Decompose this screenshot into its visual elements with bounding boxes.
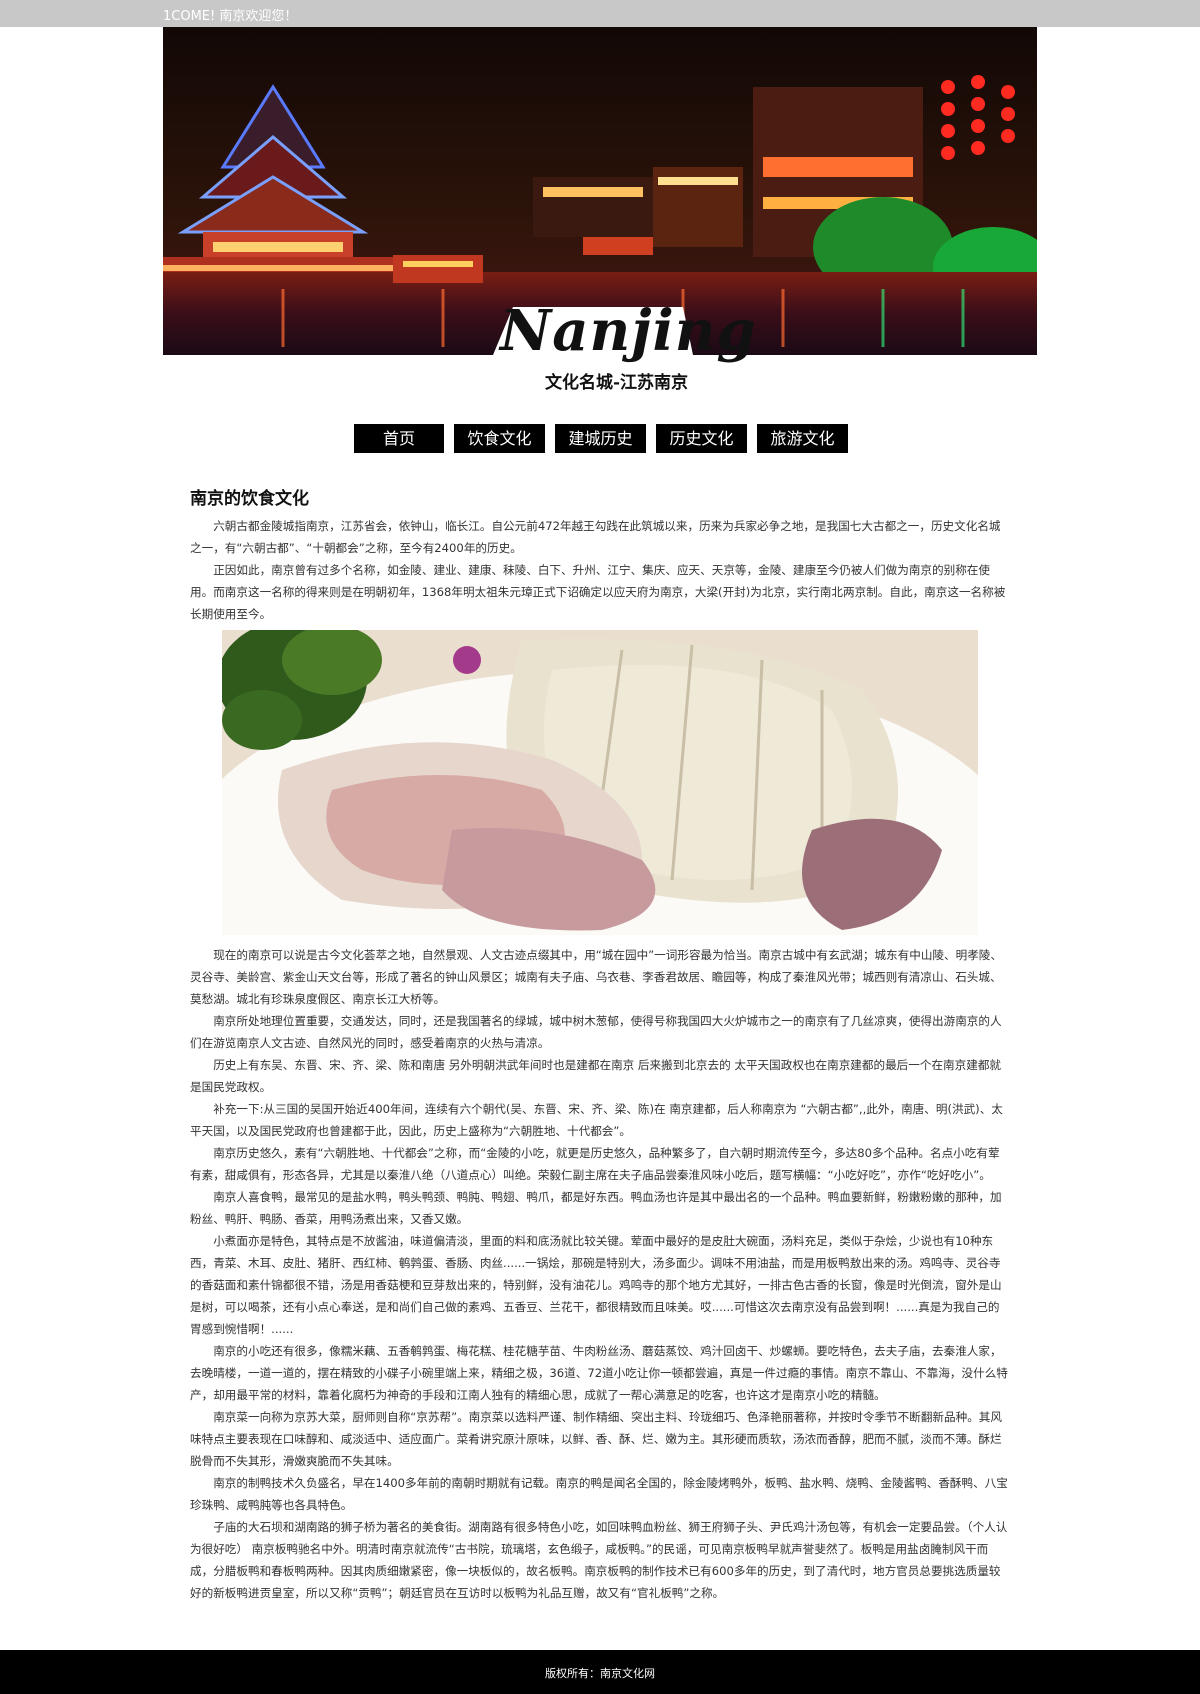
body-paragraph: 补充一下:从三国的吴国开始近400年间，连续有六个朝代(吴、东晋、宋、齐、梁、陈…: [190, 1102, 1003, 1138]
top-bar: 1COME! 南京欢迎您！: [0, 0, 1200, 27]
body-paragraph: 小煮面亦是特色，其特点是不放酱油，味道偏清淡，里面的料和底汤就比较关键。荤面中最…: [190, 1234, 1002, 1336]
body-paragraph: 南京人喜食鸭，最常见的是盐水鸭，鸭头鸭颈、鸭肫、鸭翅、鸭爪，都是好东西。鸭血汤也…: [190, 1190, 1002, 1226]
body-paragraph: 南京的制鸭技术久负盛名，早在1400多年前的南朝时期就有记载。南京的鸭是闻名全国…: [190, 1476, 1008, 1512]
nav-history-culture[interactable]: 历史文化: [656, 424, 747, 453]
nav-home[interactable]: 首页: [354, 424, 444, 453]
nav-food-culture[interactable]: 饮食文化: [454, 424, 545, 453]
intro-paragraph: 六朝古都金陵城指南京，江苏省会，依钟山，临长江。自公元前472年越王勾践在此筑城…: [190, 519, 1001, 555]
body-paragraph: 历史上有东吴、东晋、宋、齐、梁、陈和南唐 另外明朝洪武年间时也是建都在南京 后来…: [190, 1058, 1002, 1094]
logo-subtitle: 文化名城-江苏南京: [545, 373, 689, 393]
salted-duck-image: [222, 630, 978, 935]
body-paragraph: 南京所处地理位置重要，交通发达，同时，还是我国著名的绿城，城中树木葱郁，使得号称…: [190, 1014, 1002, 1050]
body-paragraph: 南京的小吃还有很多，像糯米藕、五香鹌鹑蛋、梅花糕、桂花糖芋苗、牛肉粉丝汤、蘑菇蒸…: [190, 1344, 1008, 1402]
article-intro: 南京的饮食文化 六朝古都金陵城指南京，江苏省会，依钟山，临长江。自公元前472年…: [190, 484, 1010, 625]
article-title: 南京的饮食文化: [190, 489, 309, 509]
body-paragraph: 现在的南京可以说是古今文化荟萃之地，自然景观、人文古迹点缀其中，用“城在园中”一…: [190, 948, 1002, 1006]
nav-city-history[interactable]: 建城历史: [555, 424, 646, 453]
intro-paragraph: 正因如此，南京曾有过多个名称，如金陵、建业、建康、秣陵、白下、升州、江宁、集庆、…: [190, 563, 1006, 621]
main-nav: 首页 饮食文化 建城历史 历史文化 旅游文化: [354, 424, 848, 453]
footer: 版权所有：南京文化网: [0, 1650, 1200, 1694]
welcome-text: 1COME! 南京欢迎您！: [163, 9, 298, 24]
article-body: 现在的南京可以说是古今文化荟萃之地，自然景观、人文古迹点缀其中，用“城在园中”一…: [190, 944, 1010, 1604]
body-paragraph: 子庙的大石坝和湖南路的狮子桥为著名的美食街。湖南路有很多特色小吃，如回味鸭血粉丝…: [190, 1520, 1008, 1600]
salted-duck-photo: [222, 630, 978, 935]
body-paragraph: 南京历史悠久，素有“六朝胜地、十代都会”之称，而“金陵的小吃，就更是历史悠久，品…: [190, 1146, 1000, 1182]
logo-word: Nanjing: [500, 298, 757, 364]
copyright-text: 版权所有：南京文化网: [545, 1667, 655, 1680]
nav-travel-culture[interactable]: 旅游文化: [757, 424, 848, 453]
body-paragraph: 南京菜一向称为京苏大菜，厨师则自称“京苏帮”。南京菜以选料严谨、制作精细、突出主…: [190, 1410, 1002, 1468]
